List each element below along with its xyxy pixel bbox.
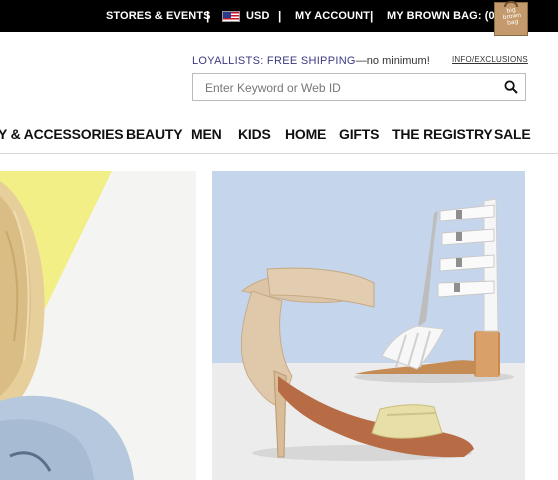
my-account-link[interactable]: MY ACCOUNT bbox=[295, 10, 370, 22]
hero-image-woman[interactable] bbox=[0, 171, 196, 480]
hero-image-sandals[interactable] bbox=[212, 171, 525, 480]
brown-bag-icon[interactable]: big brown bag bbox=[494, 1, 528, 36]
nav-item-beauty[interactable]: BEAUTY bbox=[126, 126, 183, 142]
search-box bbox=[192, 73, 526, 101]
currency-selector[interactable]: USD bbox=[246, 10, 270, 22]
sandals-image bbox=[212, 171, 525, 480]
info-exclusions-link[interactable]: INFO/EXCLUSIONS bbox=[452, 55, 528, 64]
top-utility-bar: STORES & EVENTS | USD | MY ACCOUNT | MY … bbox=[0, 0, 558, 36]
promo-subtext: —no minimum! bbox=[355, 55, 430, 67]
separator: | bbox=[278, 9, 282, 23]
nav-item-jewelry-accessories[interactable]: Y & ACCESSORIES bbox=[0, 126, 124, 142]
bag-logo: big brown bag bbox=[502, 6, 522, 27]
nav-item-men[interactable]: MEN bbox=[191, 126, 222, 142]
woman-portrait-image bbox=[0, 171, 196, 480]
search-icon[interactable] bbox=[504, 80, 518, 94]
nav-item-home[interactable]: HOME bbox=[285, 126, 326, 142]
stores-events-link[interactable]: STORES & EVENTS bbox=[106, 10, 211, 22]
nav-item-gifts[interactable]: GIFTS bbox=[339, 126, 379, 142]
separator: | bbox=[370, 9, 374, 23]
nav-item-the-registry[interactable]: THE REGISTRY bbox=[392, 126, 493, 142]
my-brown-bag-link[interactable]: MY BROWN BAG: (0) bbox=[387, 10, 499, 22]
search-input[interactable] bbox=[205, 79, 495, 97]
promo-headline: LOYALLISTS: FREE SHIPPING bbox=[192, 55, 356, 67]
nav-divider bbox=[0, 153, 558, 154]
nav-item-sale[interactable]: SALE bbox=[494, 126, 531, 142]
us-flag-icon[interactable] bbox=[222, 11, 240, 22]
nav-item-kids[interactable]: KIDS bbox=[238, 126, 271, 142]
separator: | bbox=[206, 9, 210, 23]
free-shipping-promo: LOYALLISTS: FREE SHIPPING—no minimum! bbox=[192, 55, 430, 67]
